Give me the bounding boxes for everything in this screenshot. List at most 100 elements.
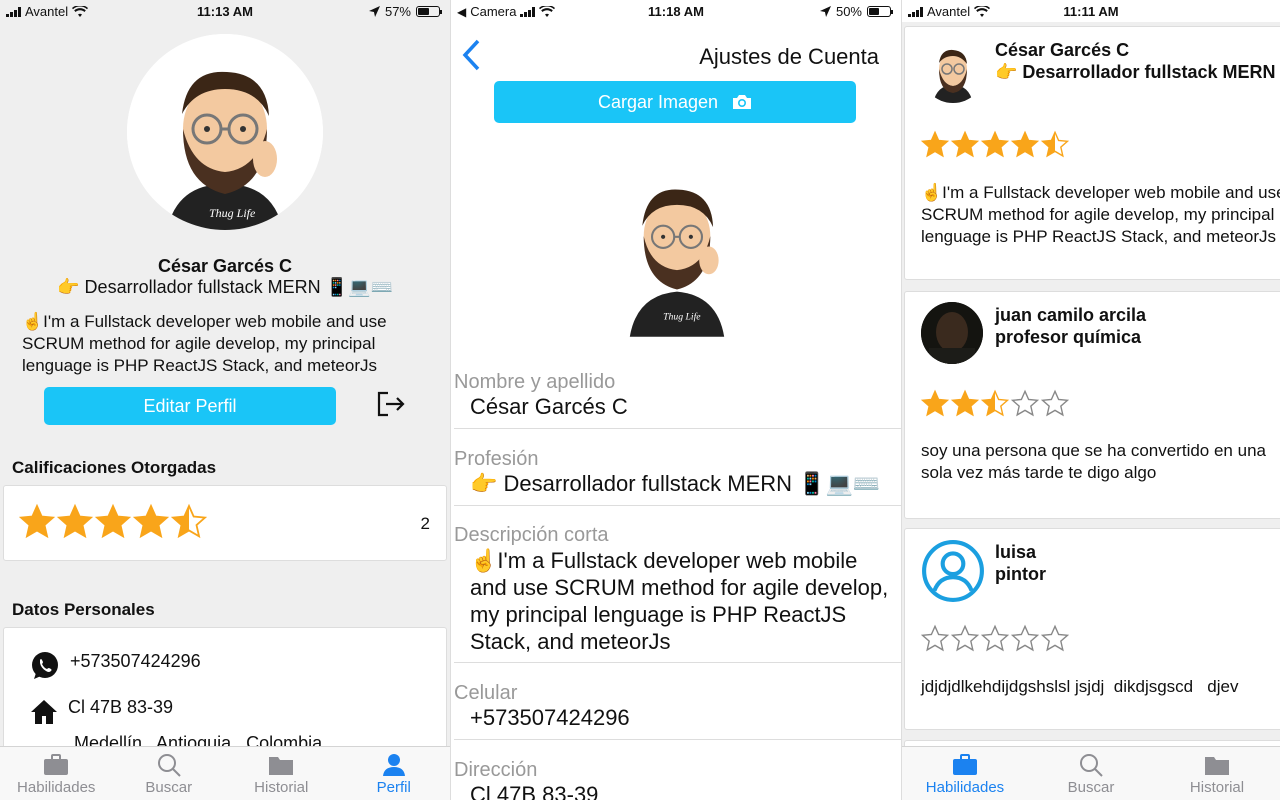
profile-profession: 👉 Desarrollador fullstack MERN 📱💻⌨️	[57, 277, 393, 297]
review-card[interactable]: juan camilo arcila profesor química soy u…	[904, 291, 1280, 519]
field-value: César Garcés C	[470, 394, 628, 419]
tab-habilidades[interactable]: Habilidades	[902, 747, 1028, 800]
address-field[interactable]: Dirección Cl 47B 83-39	[454, 759, 901, 800]
description-field[interactable]: Descripción corta ☝️I'm a Fullstack devel…	[454, 524, 901, 663]
review-stars	[921, 389, 1069, 417]
reviewer-photo	[921, 302, 983, 364]
tab-bar: Habilidades Buscar Historial	[902, 746, 1280, 800]
tab-label: Perfil	[376, 779, 411, 796]
battery-percent: 57%	[384, 4, 411, 19]
profession-field[interactable]: Profesión 👉 Desarrollador fullstack MERN …	[454, 448, 901, 506]
upload-label: Cargar Imagen	[597, 91, 719, 112]
tab-label: Buscar	[145, 779, 193, 796]
rating-stars	[19, 503, 207, 539]
battery-icon	[416, 6, 442, 17]
svg-text:Thug Life: Thug Life	[663, 311, 701, 322]
status-bar: ◀ Camera 11:18 AM 50%	[451, 0, 901, 22]
logout-icon[interactable]	[376, 390, 406, 418]
folder-icon	[269, 757, 294, 775]
home-icon	[31, 700, 57, 724]
star-icon	[1041, 389, 1069, 417]
tab-label: Historial	[254, 779, 309, 796]
reviewer-subtitle: pintor	[995, 564, 1046, 584]
location-icon	[368, 6, 380, 17]
star-icon	[921, 389, 949, 417]
settings-screen: ◀ Camera 11:18 AM 50% Ajustes de Cuenta C…	[450, 0, 901, 800]
tab-buscar[interactable]: Buscar	[113, 747, 226, 800]
person-icon	[382, 754, 405, 776]
location-icon	[819, 6, 831, 17]
edit-profile-button[interactable]: Editar Perfil	[44, 387, 336, 425]
battery-percent: 50%	[835, 4, 862, 19]
folder-icon	[1205, 757, 1229, 775]
profile-description: ☝️I'm a Fullstack developer web mobile a…	[22, 312, 387, 375]
field-label: Nombre y apellido	[454, 371, 616, 393]
field-value: Cl 47B 83-39	[470, 782, 599, 800]
field-value: ☝️I'm a Fullstack developer web mobile a…	[470, 548, 889, 654]
rating-count: 2	[420, 514, 430, 533]
tab-buscar[interactable]: Buscar	[1028, 747, 1154, 800]
back-chevron-icon[interactable]	[461, 38, 481, 72]
field-label: Dirección	[454, 759, 538, 781]
skills-screen: Avantel 11:11 AM César Garcés C 👉 Desarro…	[901, 0, 1280, 800]
field-label: Celular	[454, 682, 518, 704]
status-bar: Avantel 11:11 AM	[902, 0, 1280, 22]
reviewer-name: luisa pintor	[995, 541, 1046, 585]
star-icon	[951, 130, 979, 158]
profile-name: César Garcés C	[157, 256, 293, 276]
upload-image-button[interactable]: Cargar Imagen	[494, 81, 856, 123]
review-text: ☝️I'm a Fullstack developer web mobile a…	[921, 183, 1280, 246]
tab-habilidades[interactable]: Habilidades	[0, 747, 113, 800]
field-value: +573507424296	[470, 705, 630, 730]
star-icon	[95, 503, 131, 539]
star-icon	[19, 503, 55, 539]
review-card[interactable]: luisa pintor jdjdjdlkehdijdgshslsl jsjdj …	[904, 528, 1280, 730]
profile-screen: Avantel 11:13 AM 57% Thug Life César Gar…	[0, 0, 450, 800]
star-icon	[57, 503, 93, 539]
star-icon	[1041, 624, 1069, 652]
tab-label: Habilidades	[925, 779, 1005, 796]
star-icon	[951, 389, 979, 417]
star-icon	[133, 503, 169, 539]
bitmoji-avatar: Thug Life	[629, 189, 725, 337]
review-stars	[921, 624, 1069, 652]
ratings-title: Calificaciones Otorgadas	[12, 458, 217, 477]
name-field[interactable]: Nombre y apellido César Garcés C	[454, 371, 901, 429]
review-text: jdjdjdlkehdijdgshslsl jsjdj dikdjsgscd d…	[921, 677, 1239, 696]
tab-label: Buscar	[1067, 779, 1115, 796]
star-icon	[1041, 130, 1069, 158]
tab-perfil[interactable]: Perfil	[338, 747, 451, 800]
reviewer-name-text: juan camilo arcila	[995, 305, 1147, 325]
bitmoji-avatar: Thug Life	[127, 34, 323, 230]
tab-label: Habilidades	[17, 779, 96, 796]
review-card[interactable]: César Garcés C 👉 Desarrollador fullstack …	[904, 26, 1280, 280]
star-icon	[981, 130, 1009, 158]
review-stars	[921, 130, 1069, 158]
briefcase-icon	[44, 754, 69, 775]
whatsapp-icon	[32, 652, 58, 679]
star-icon	[951, 624, 979, 652]
star-icon	[1011, 624, 1039, 652]
phone-value: +573507424296	[70, 651, 201, 671]
field-label: Descripción corta	[454, 524, 609, 546]
reviewer-name: juan camilo arcila profesor química	[995, 304, 1146, 348]
phone-field[interactable]: Celular +573507424296	[454, 682, 901, 740]
clock: 11:11 AM	[1063, 4, 1119, 19]
field-label: Profesión	[454, 448, 539, 470]
user-circle-icon	[922, 540, 984, 602]
tab-bar: Habilidades Buscar Historial Perfil	[0, 746, 450, 800]
tab-label: Historial	[1189, 779, 1245, 796]
battery-icon	[867, 6, 893, 17]
status-bar: Avantel 11:13 AM 57%	[0, 0, 450, 22]
reviewer-subtitle: profesor química	[995, 327, 1142, 347]
reviewer-avatar	[921, 39, 985, 103]
tab-historial[interactable]: Historial	[225, 747, 338, 800]
settings-title: Ajustes de Cuenta	[699, 44, 879, 69]
ratings-card: 2	[3, 485, 447, 561]
star-icon	[921, 624, 949, 652]
reviewer-subtitle: 👉 Desarrollador fullstack MERN 📱💻⌨️	[995, 62, 1280, 82]
tab-historial[interactable]: Historial	[1154, 747, 1280, 800]
star-icon	[981, 389, 1009, 417]
field-value: 👉 Desarrollador fullstack MERN 📱💻⌨️	[470, 471, 881, 496]
svg-text:Thug Life: Thug Life	[209, 206, 256, 220]
